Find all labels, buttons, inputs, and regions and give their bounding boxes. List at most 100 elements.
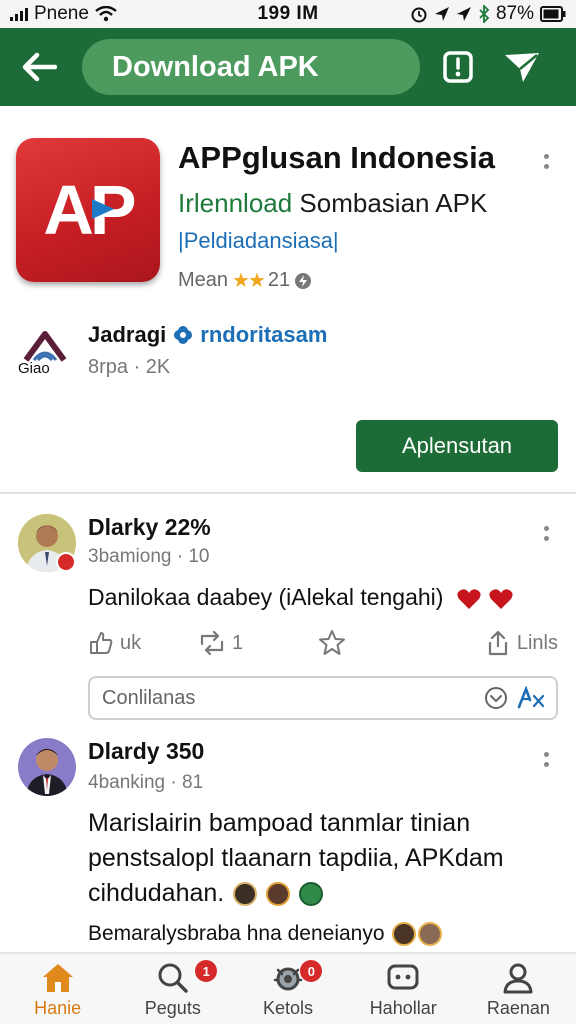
carrier-name: Pnene [34,3,89,24]
app-tag[interactable]: |Peldiadansiasa| [178,228,339,254]
bolt-icon [295,272,312,289]
developer-meta: 8rpa · 2K [88,356,171,378]
search-icon [158,963,188,993]
chat-icon [387,964,419,990]
developer-logo-caption: Giao [18,360,50,377]
app-bar-title[interactable]: Download APK [82,39,420,95]
post-meta: 3bamiong · 10 [88,546,210,567]
app-title: APPglusan Indonesia [178,140,495,175]
app-header-card: AP APPglusan Indonesia Irlennload Sombas… [0,116,576,492]
post-text: Marislairin bampoad tanmlar tinian penst… [88,806,558,911]
post-actions: uk 1 Linls [88,626,558,660]
bug-icon [273,967,303,991]
bottom-nav: Hanie 1 Peguts 0 Ketols Hahollar Raenan [0,952,576,1024]
thumbs-up-icon [90,632,113,654]
face-emoji-icon [299,882,324,907]
post-more-button[interactable] [536,744,556,774]
battery-percent: 87% [495,3,534,24]
alarm-icon [411,7,427,23]
more-dot-icon [543,525,549,531]
nav-label-home: Hanie [34,998,82,1018]
more-dot-icon [543,153,549,159]
rating-value: 21 [267,269,291,291]
send-button[interactable] [496,41,548,93]
face-emoji-icon [233,882,258,907]
install-button[interactable]: Aplensutan [356,420,558,472]
location-icon [434,7,449,21]
home-icon [42,964,73,992]
more-dot-icon [543,761,549,767]
face-emoji-icon [266,882,291,907]
star-icon: ★★ [232,270,266,292]
nav-item-search[interactable]: 1 Peguts [115,954,230,1024]
heart-icon [489,589,513,609]
back-button[interactable] [14,42,64,92]
favorite-button[interactable] [318,629,468,657]
play-triangle-icon [92,199,114,219]
post-footer-text: Bemaralysbraba hna deneianyo [88,922,443,947]
share-screen-button[interactable] [432,41,484,93]
developer-verified-text: rndoritasam [200,322,328,347]
emoji-icon[interactable] [484,686,508,710]
app-subtitle-rest: Sombasian APK [292,188,488,218]
post-text: Danilokaa daabey (iAlekal tengahi) [88,584,514,611]
face-emoji-icon [392,922,417,947]
developer-name[interactable]: Jadragi rndoritasam [88,322,327,348]
section-divider [0,492,576,494]
nav-label-tools: Ketols [262,998,314,1018]
app-subtitle-green: Irlennload [178,188,293,218]
more-dot-icon [543,751,549,757]
app-subtitle: Irlennload Sombasian APK [178,188,487,219]
repost-button[interactable]: 1 [198,630,318,656]
share-label: Linls [516,631,558,654]
nav-label-profile: Raenan [486,998,550,1018]
nav-badge: 0 [300,960,323,982]
developer-name-text: Jadragi [88,322,167,347]
status-time: 199 IM [257,3,319,24]
send-icon [505,53,539,82]
nav-badge: 1 [195,960,218,982]
post-text-line-3: cihdudahan. [88,876,558,911]
navigation-icon [456,7,471,21]
like-button[interactable]: uk [88,630,198,656]
avatar-badge [56,552,76,572]
more-dot-icon [543,163,549,169]
nav-item-chat[interactable]: Hahollar [346,954,461,1024]
bluetooth-icon [479,5,490,23]
post-more-button[interactable] [536,518,556,548]
post-text-line: Marislairin bampoad tanmlar tinian [88,809,471,837]
nav-label-search: Peguts [144,998,201,1018]
share-button[interactable]: Linls [485,629,558,657]
signal-icon [10,7,28,21]
app-logo[interactable]: AP [16,138,160,282]
nav-item-home[interactable]: Hanie [0,954,115,1024]
comment-input[interactable]: Conlilanas [88,676,558,720]
like-label: uk [120,631,142,654]
star-outline-icon [319,630,345,655]
share-icon [488,630,507,656]
post-text-line: cihdudahan. [88,879,225,907]
post-card: Dlardy 350 4banking · 81 Marislairin bam… [0,730,576,952]
post-meta: 4banking · 81 [88,772,204,793]
arrow-left-icon [22,52,57,82]
post-card: Dlarky 22% 3bamiong · 10 Danilokaa daabe… [0,500,576,730]
post-text-content: Danilokaa daabey (iAlekal tengahi) [88,584,444,610]
app-more-button[interactable] [536,146,556,176]
nav-label-chat: Hahollar [369,998,437,1018]
post-username[interactable]: Dlarky 22% [88,514,211,541]
status-bar: Pnene 199 IM 87% [0,0,576,28]
rating-label: Mean [178,269,229,291]
app-logo-text: AP [43,171,136,249]
more-dot-icon [543,535,549,541]
phone-icon [443,51,473,83]
post-username[interactable]: Dlardy 350 [88,738,204,765]
verified-icon [174,326,193,344]
nav-item-tools[interactable]: 0 Ketols [230,954,345,1024]
repost-count: 1 [232,631,244,654]
app-bar: Download APK [0,28,576,106]
nav-item-profile[interactable]: Raenan [461,954,576,1024]
translate-icon[interactable] [516,686,546,710]
battery-icon [540,6,566,22]
avatar[interactable] [18,738,76,796]
post-text-line: penstsalopl tlaanarn tapdiia, APKdam [88,844,504,872]
